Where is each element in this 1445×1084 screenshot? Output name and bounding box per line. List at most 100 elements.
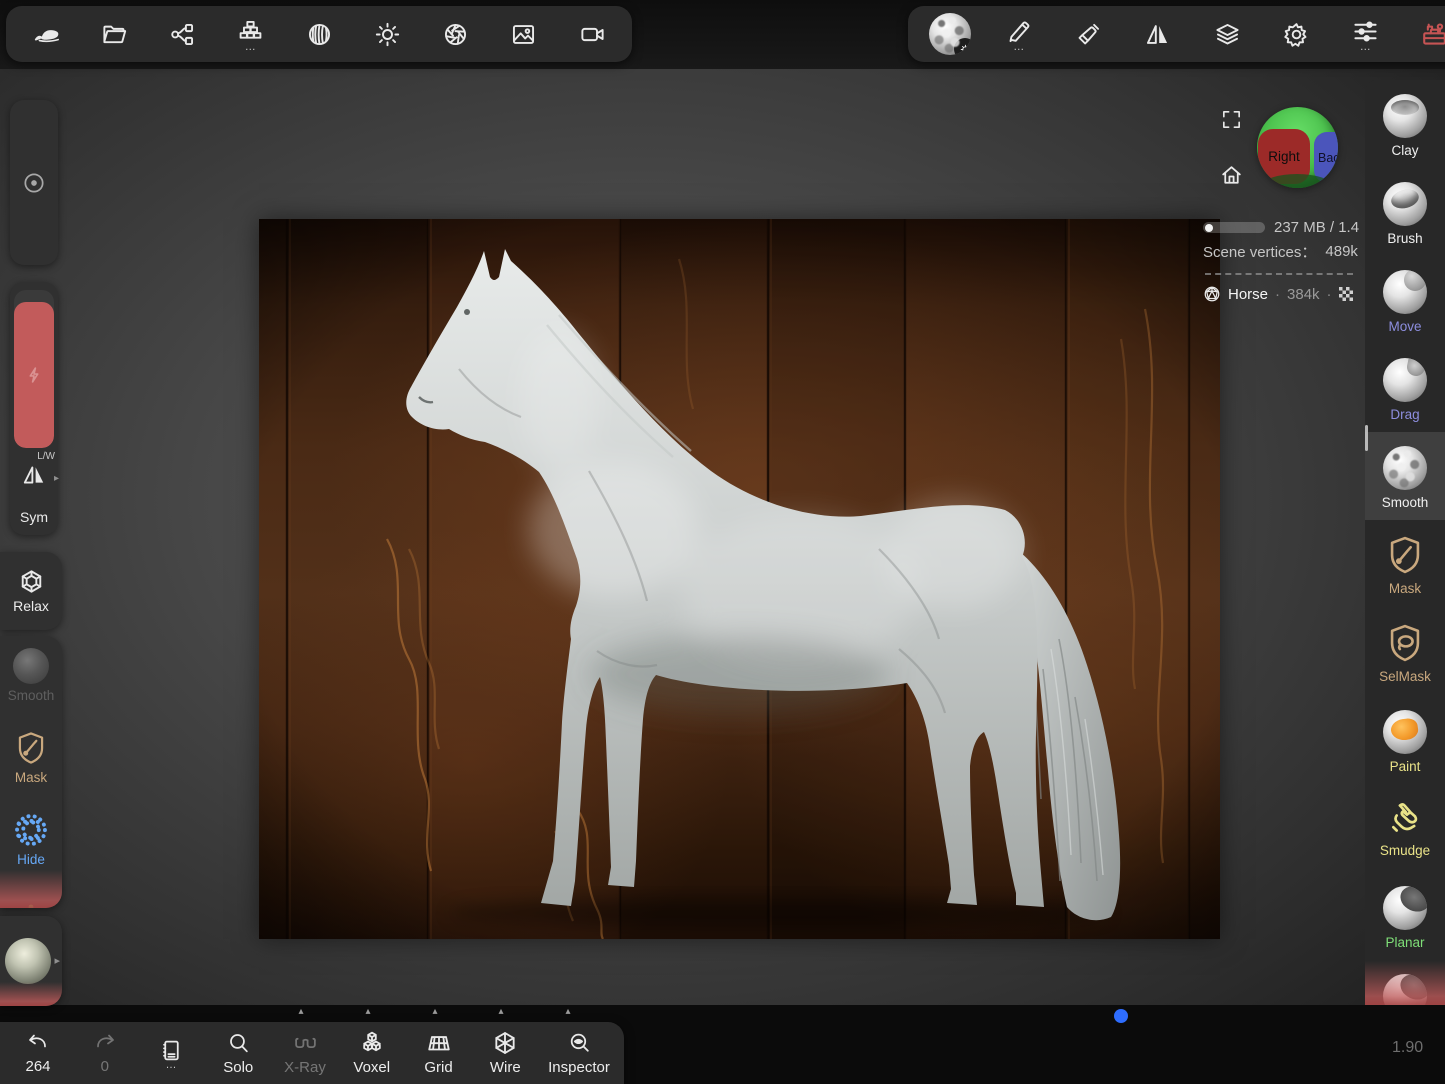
files-button[interactable] [88, 21, 140, 48]
drag-tool-icon [1383, 358, 1427, 402]
icosphere-icon [1203, 285, 1221, 303]
debug-toolbox-button[interactable] [1409, 20, 1445, 49]
sym-label: Sym [10, 509, 58, 525]
object-row[interactable]: Horse · 384k · [1203, 285, 1365, 303]
material-button[interactable] [293, 21, 345, 48]
wire-caret-icon[interactable]: ▴ [494, 1006, 508, 1017]
tool-next-partial[interactable] [1365, 960, 1445, 1005]
tool-label: Clay [1391, 143, 1418, 158]
grid-caret-icon[interactable]: ▴ [428, 1006, 442, 1017]
tool-drag[interactable]: Drag [1365, 344, 1445, 432]
orientation-gizmo[interactable]: Right Back [1257, 107, 1338, 188]
sun-icon [374, 21, 401, 48]
history-button[interactable]: … [146, 1038, 198, 1068]
node-graph-icon [169, 21, 196, 48]
app-version: 1.90 [1392, 1039, 1423, 1057]
settings-button[interactable] [1270, 21, 1322, 48]
symmetry-toggle[interactable]: L/W ▸ Sym [10, 451, 58, 529]
solo-button[interactable]: Solo [212, 1031, 264, 1076]
left-tool-mask[interactable]: Mask [0, 718, 62, 800]
paint-tool-icon [1383, 710, 1427, 754]
scene-graph-button[interactable] [157, 21, 209, 48]
canvas-viewport[interactable] [259, 219, 1220, 939]
tool-planar[interactable]: Planar [1365, 872, 1445, 960]
tool-smudge[interactable]: Smudge [1365, 784, 1445, 872]
left-tool-gizmo-partial[interactable] [0, 882, 62, 908]
matcap-material-button[interactable]: ▸ [0, 916, 62, 1006]
gizmo-rotate-icon [13, 894, 49, 908]
xray-glasses-icon [292, 1031, 319, 1056]
voxel-caret-icon[interactable]: ▴ [361, 1006, 375, 1017]
painting-button[interactable] [1063, 21, 1115, 48]
symmetry-button[interactable] [1132, 21, 1184, 48]
symmetry-mode-tag: L/W [37, 451, 55, 462]
camera-button[interactable] [566, 21, 618, 48]
left-tool-smooth[interactable]: Smooth [0, 636, 62, 718]
transparency-checker-icon[interactable] [1339, 287, 1353, 301]
matcap-scroll-fade [0, 982, 62, 1006]
xray-caret-icon[interactable]: ▴ [294, 1006, 308, 1017]
symmetry-expand-arrow[interactable]: ▸ [54, 473, 59, 484]
relax-web-icon [18, 568, 45, 595]
tool-paint[interactable]: Paint [1365, 696, 1445, 784]
lighting-button[interactable] [361, 21, 413, 48]
mask-label: Mask [15, 770, 47, 785]
tool-move[interactable]: Move [1365, 256, 1445, 344]
xray-button[interactable]: X-Ray [279, 1031, 331, 1076]
tool-selmask[interactable]: SelMask [1365, 608, 1445, 696]
current-brush-preview-icon [929, 13, 971, 55]
undo-button[interactable]: 264 [12, 1031, 64, 1075]
voxel-cubes-icon [359, 1030, 385, 1056]
voxel-button[interactable]: Voxel [346, 1030, 398, 1076]
image-icon [510, 21, 537, 48]
grid-plane-icon [426, 1030, 452, 1056]
wire-button[interactable]: Wire [479, 1030, 531, 1076]
tool-smooth[interactable]: Smooth [1365, 432, 1445, 520]
tool-brush[interactable]: Brush [1365, 168, 1445, 256]
solo-label: Solo [223, 1059, 253, 1076]
intensity-slider-panel: L/W ▸ Sym [10, 282, 58, 535]
relax-tool[interactable]: Relax [0, 552, 62, 630]
app-menu-button[interactable] [20, 21, 72, 47]
redo-count: 0 [101, 1058, 109, 1075]
current-tool-button[interactable] [924, 13, 976, 55]
inspector-caret-icon[interactable]: ▴ [561, 1006, 575, 1017]
smooth-tool-icon [1383, 446, 1427, 490]
primitives-more-indicator: … [245, 44, 257, 50]
layers-button[interactable] [1201, 21, 1253, 48]
horse-eye [464, 309, 470, 315]
grid-button[interactable]: Grid [413, 1030, 465, 1076]
undo-count: 264 [25, 1058, 50, 1075]
fullscreen-button[interactable] [1220, 108, 1243, 136]
paintbrush-icon [1075, 21, 1102, 48]
nomad-logo-icon [31, 21, 61, 47]
tool-label: SelMask [1379, 669, 1431, 684]
brush-settings-badge[interactable] [954, 38, 971, 55]
tool-clay[interactable]: Clay [1365, 80, 1445, 168]
wire-label: Wire [490, 1059, 521, 1076]
display-options-button[interactable]: … [1340, 18, 1392, 50]
background-button[interactable] [498, 21, 550, 48]
hide-dotted-sphere-icon [13, 812, 49, 848]
tool-label: Drag [1390, 407, 1419, 422]
voxel-label: Voxel [353, 1059, 390, 1076]
left-tool-hide[interactable]: Hide [0, 800, 62, 882]
radius-slider[interactable] [10, 100, 58, 265]
clay-tool-icon [1383, 94, 1427, 138]
intensity-slider[interactable] [14, 290, 54, 448]
tool-label: Smooth [1382, 495, 1429, 510]
redo-button[interactable]: 0 [79, 1031, 131, 1075]
inspector-button[interactable]: Inspector [546, 1031, 612, 1076]
home-view-button[interactable] [1219, 163, 1244, 193]
xray-label: X-Ray [284, 1059, 326, 1076]
intensity-slider-fill[interactable] [14, 302, 54, 448]
dot-separator: · [1327, 286, 1332, 303]
toolbox-icon [1420, 20, 1445, 49]
tool-mask[interactable]: Mask [1365, 520, 1445, 608]
stroke-button[interactable]: … [993, 18, 1045, 50]
postprocess-button[interactable] [430, 21, 482, 48]
matcap-expand-arrow[interactable]: ▸ [54, 954, 60, 967]
primitives-button[interactable]: … [225, 18, 277, 50]
tool-sidebar-scrollbar[interactable] [1365, 425, 1368, 451]
mask-shield-icon [14, 730, 48, 766]
